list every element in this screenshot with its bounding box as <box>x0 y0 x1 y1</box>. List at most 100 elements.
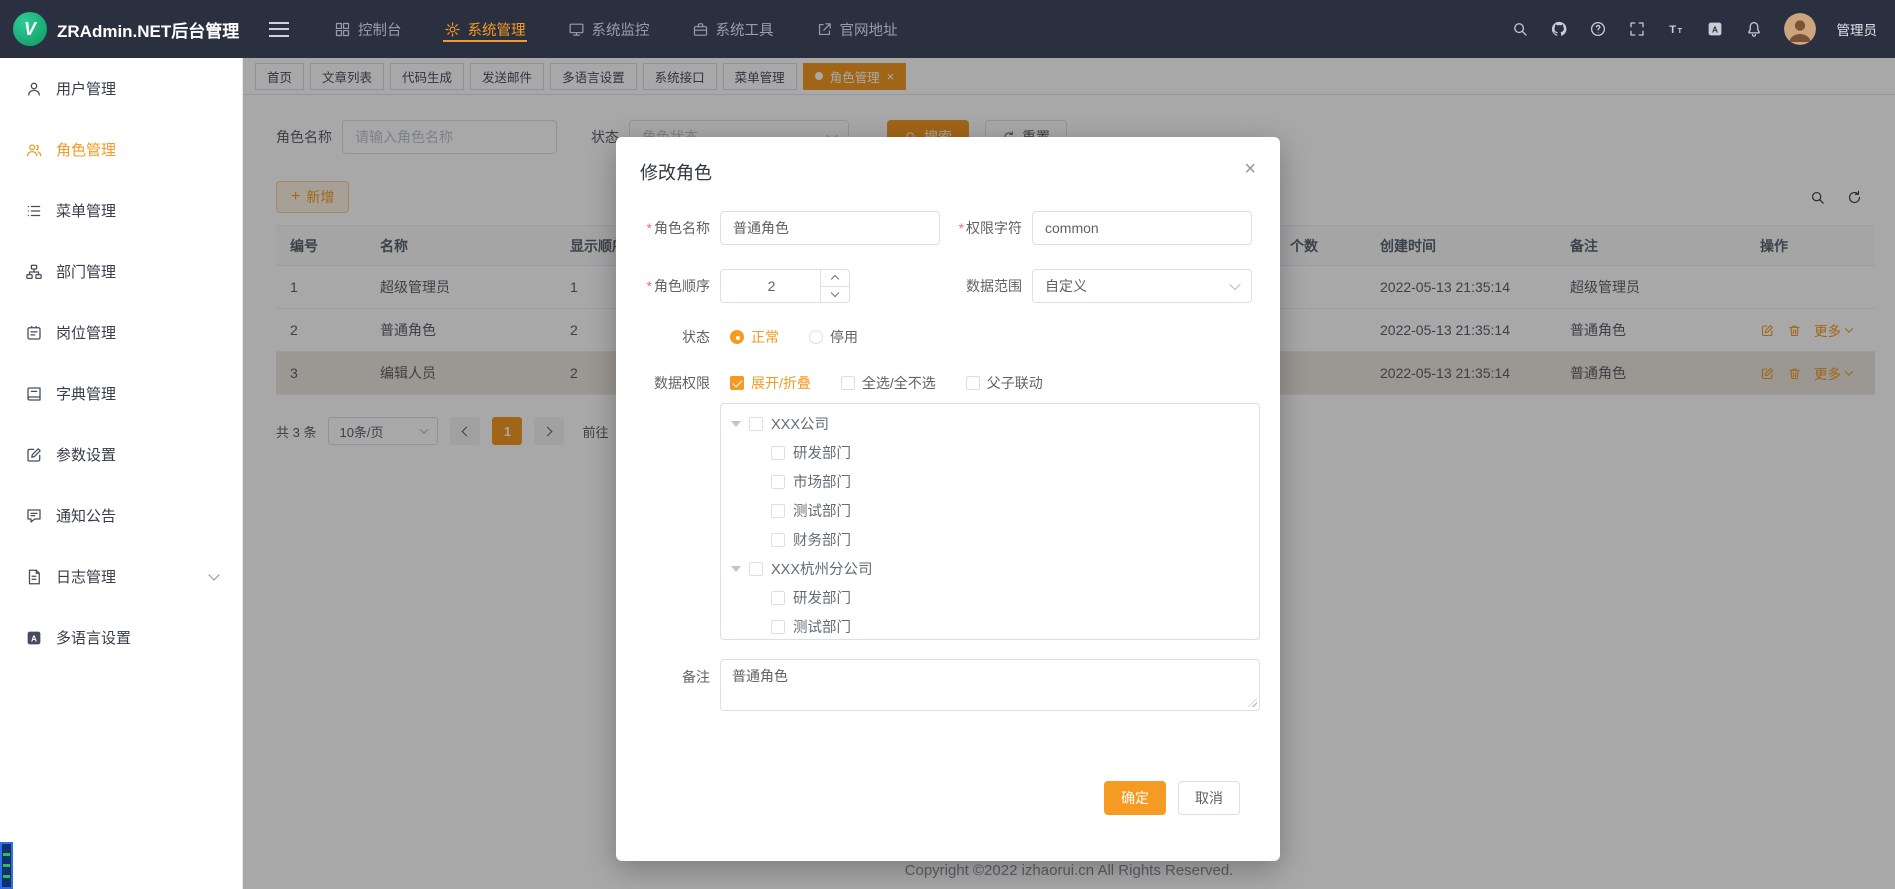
nav-item-system-admin[interactable]: 系统管理 <box>423 0 547 58</box>
fullscreen-icon[interactable] <box>1628 20 1646 38</box>
tree-node[interactable]: XXX公司 <box>721 409 1259 438</box>
data-scope-select[interactable]: 自定义 <box>1032 269 1252 303</box>
confirm-button[interactable]: 确定 <box>1104 781 1166 815</box>
chevron-down-icon <box>1229 279 1240 290</box>
chevron-up-icon <box>831 275 839 283</box>
tree-node[interactable]: 研发部门 <box>721 438 1259 467</box>
caret-down-icon[interactable] <box>731 566 741 572</box>
header-tools: TT A 管理员 <box>1511 13 1895 45</box>
nav-label: 系统工具 <box>716 19 774 40</box>
sidebar-item-parameters[interactable]: 参数设置 <box>0 424 242 485</box>
role-order-input[interactable] <box>721 270 822 302</box>
bell-icon[interactable] <box>1745 20 1763 38</box>
tree-node[interactable]: 市场部门 <box>721 467 1259 496</box>
sidebar: 用户管理 角色管理 菜单管理 部门管理 岗位管理 字典管理 参数设置 通知公告 … <box>0 58 243 889</box>
caret-down-icon[interactable] <box>731 421 741 427</box>
sidebar-item-label: 通知公告 <box>56 505 116 526</box>
sidebar-item-dictionaries[interactable]: 字典管理 <box>0 363 242 424</box>
role-order-stepper <box>720 269 850 303</box>
user-avatar[interactable] <box>1784 13 1816 45</box>
document-icon <box>25 568 43 586</box>
checkbox-icon[interactable] <box>749 417 763 431</box>
nav-item-console[interactable]: 控制台 <box>313 0 423 58</box>
svg-text:T: T <box>1669 24 1676 36</box>
sidebar-item-i18n[interactable]: A 多语言设置 <box>0 607 242 668</box>
increment-button[interactable] <box>821 270 849 287</box>
sidebar-item-notices[interactable]: 通知公告 <box>0 485 242 546</box>
external-link-icon <box>816 21 833 38</box>
checkbox-icon[interactable] <box>771 475 785 489</box>
remark-textarea[interactable]: 普通角色 <box>720 659 1260 711</box>
dashboard-icon <box>334 21 351 38</box>
app-header: V ZRAdmin.NET后台管理 控制台 系统管理 系统监控 系统工具 官网地… <box>0 0 1895 58</box>
sidebar-item-label: 用户管理 <box>56 78 116 99</box>
nav-item-official-site[interactable]: 官网地址 <box>795 0 919 58</box>
tree-node[interactable]: 测试部门 <box>721 496 1259 525</box>
decrement-button[interactable] <box>821 287 849 303</box>
sidebar-item-posts[interactable]: 岗位管理 <box>0 302 242 363</box>
checkbox-icon <box>841 376 855 390</box>
radio-icon <box>730 330 744 344</box>
required-star: * <box>647 220 652 236</box>
sidebar-item-label: 菜单管理 <box>56 200 116 221</box>
nav-label: 控制台 <box>358 19 402 40</box>
checkbox-icon <box>966 376 980 390</box>
tree-node[interactable]: 研发部门 <box>721 583 1259 612</box>
chevron-down-icon <box>208 569 219 580</box>
sidebar-item-label: 字典管理 <box>56 383 116 404</box>
sidebar-item-label: 部门管理 <box>56 261 116 282</box>
font-size-icon[interactable]: TT <box>1667 20 1685 38</box>
checkbox-icon[interactable] <box>749 562 763 576</box>
toolbox-icon <box>692 21 709 38</box>
select-all-checkbox[interactable]: 全选/全不选 <box>841 373 936 393</box>
nav-label: 系统管理 <box>468 19 526 40</box>
required-star: * <box>647 278 652 294</box>
perm-char-input[interactable] <box>1032 211 1252 245</box>
expand-collapse-checkbox[interactable]: 展开/折叠 <box>730 373 811 393</box>
edit-square-icon <box>25 446 43 464</box>
help-icon[interactable] <box>1589 20 1607 38</box>
status-radio-normal[interactable]: 正常 <box>730 327 779 347</box>
checkbox-icon[interactable] <box>771 504 785 518</box>
username[interactable]: 管理员 <box>1837 19 1878 39</box>
checkbox-icon[interactable] <box>771 620 785 634</box>
sidebar-item-users[interactable]: 用户管理 <box>0 58 242 119</box>
sidebar-item-menus[interactable]: 菜单管理 <box>0 180 242 241</box>
sidebar-item-logs[interactable]: 日志管理 <box>0 546 242 607</box>
checkbox-icon[interactable] <box>771 591 785 605</box>
status-label: 状态 <box>640 327 720 347</box>
role-name-input[interactable] <box>720 211 940 245</box>
checkbox-icon[interactable] <box>771 533 785 547</box>
search-icon[interactable] <box>1511 20 1529 38</box>
cancel-button[interactable]: 取消 <box>1178 781 1240 815</box>
sidebar-item-label: 岗位管理 <box>56 322 116 343</box>
sidebar-toggle-icon[interactable] <box>269 22 289 37</box>
status-radio-disabled[interactable]: 停用 <box>809 327 858 347</box>
sidebar-item-label: 日志管理 <box>56 566 116 587</box>
checkbox-icon[interactable] <box>771 446 785 460</box>
corner-widget-icon[interactable] <box>0 842 13 889</box>
data-permission-label: 数据权限 <box>640 373 720 393</box>
close-icon[interactable]: × <box>1244 159 1256 179</box>
svg-text:A: A <box>31 634 37 643</box>
sidebar-item-label: 参数设置 <box>56 444 116 465</box>
app-logo-area[interactable]: V ZRAdmin.NET后台管理 <box>0 12 243 46</box>
github-icon[interactable] <box>1550 20 1568 38</box>
tree-node[interactable]: 财务部门 <box>721 525 1259 554</box>
svg-text:T: T <box>1677 26 1682 35</box>
nav-item-system-monitor[interactable]: 系统监控 <box>547 0 671 58</box>
nav-label: 官网地址 <box>840 19 898 40</box>
tree-node[interactable]: 测试部门 <box>721 612 1259 640</box>
top-nav: 控制台 系统管理 系统监控 系统工具 官网地址 <box>313 0 919 58</box>
data-scope-label: 数据范围 <box>940 276 1032 296</box>
svg-text:A: A <box>1712 25 1718 34</box>
sidebar-item-roles[interactable]: 角色管理 <box>0 119 242 180</box>
list-icon <box>25 202 43 220</box>
sidebar-item-departments[interactable]: 部门管理 <box>0 241 242 302</box>
role-name-label: *角色名称 <box>640 218 720 238</box>
parent-child-link-checkbox[interactable]: 父子联动 <box>966 373 1043 393</box>
language-icon[interactable]: A <box>1706 20 1724 38</box>
edit-role-dialog: 修改角色 × *角色名称 *权限字符 *角色顺序 数据范围 自定义 <box>616 137 1280 861</box>
tree-node[interactable]: XXX杭州分公司 <box>721 554 1259 583</box>
nav-item-system-tools[interactable]: 系统工具 <box>671 0 795 58</box>
